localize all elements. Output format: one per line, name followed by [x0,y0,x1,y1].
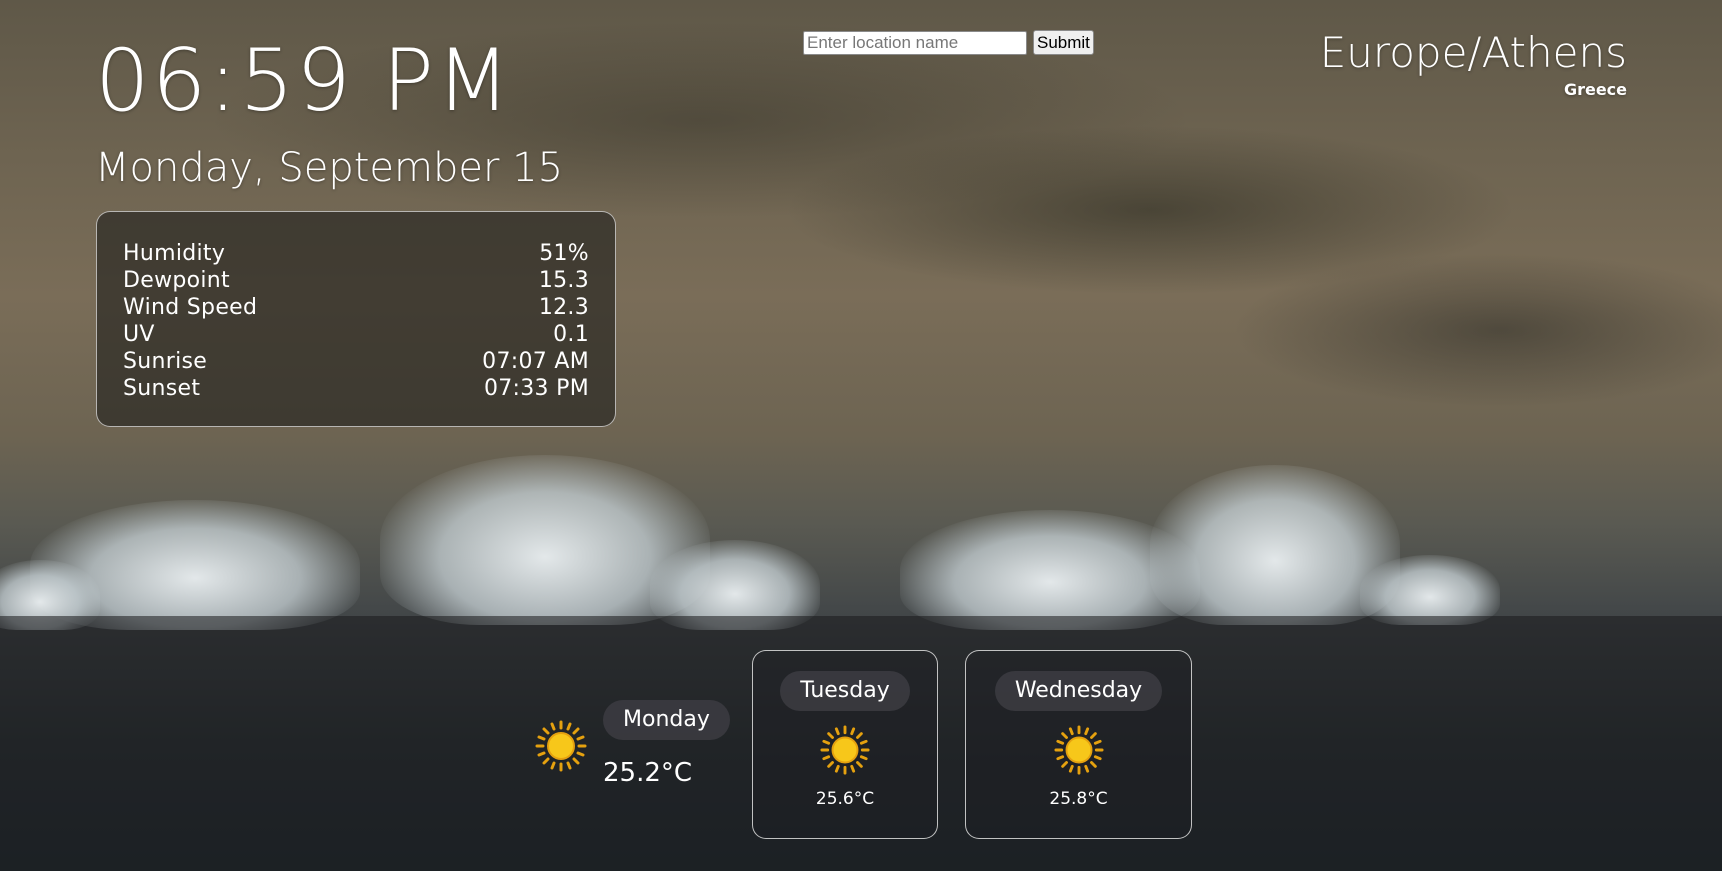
submit-button[interactable]: Submit [1033,30,1094,55]
detail-value: 15.3 [538,268,589,293]
detail-row-wind-speed: Wind Speed 12.3 [123,294,589,321]
sun-icon [1053,725,1104,775]
forecast-card-wednesday: Wednesday 25.8°C [965,650,1192,839]
detail-label: Dewpoint [123,268,230,293]
detail-label: UV [123,322,155,347]
forecast-day-label: Monday [603,700,730,740]
location-search-input[interactable] [803,30,1027,55]
detail-label: Sunset [123,376,201,401]
detail-row-humidity: Humidity 51% [123,240,589,267]
detail-value: 51% [539,241,589,266]
forecast-temp: 25.6°C [815,789,875,809]
forecast-temp: 25.8°C [1049,789,1108,809]
detail-value: 12.3 [538,295,589,320]
forecast-today: Monday 25.2°C [533,700,738,800]
sun-icon [820,725,870,775]
detail-row-sunset: Sunset 07:33 PM [123,375,589,402]
weather-details-panel: Humidity 51% Dewpoint 15.3 Wind Speed 12… [96,211,616,427]
clock-date: Monday, September 15 [95,145,564,191]
detail-row-uv: UV 0.1 [123,321,589,348]
location-info: Europe/Athens Greece [1319,28,1627,100]
sun-icon [535,720,587,772]
detail-row-sunrise: Sunrise 07:07 AM [123,348,589,375]
detail-value: 07:07 AM [482,349,589,374]
clock-time: 06:59 PM [95,31,513,131]
detail-label: Sunrise [123,349,208,374]
forecast-temp: 25.2°C [603,758,693,788]
detail-value: 07:33 PM [483,376,589,401]
wave-foam [1360,555,1500,625]
forecast-day-label: Tuesday [780,671,910,711]
detail-label: Wind Speed [123,295,258,320]
forecast-card-tuesday: Tuesday 25.6°C [752,650,938,839]
location-country: Greece [1563,80,1627,99]
location-search: Submit [803,30,1094,55]
forecast-day-label: Wednesday [994,671,1163,711]
location-timezone: Europe/Athens [1319,28,1627,77]
detail-value: 0.1 [553,322,589,347]
detail-row-dewpoint: Dewpoint 15.3 [123,267,589,294]
detail-label: Humidity [123,241,226,266]
